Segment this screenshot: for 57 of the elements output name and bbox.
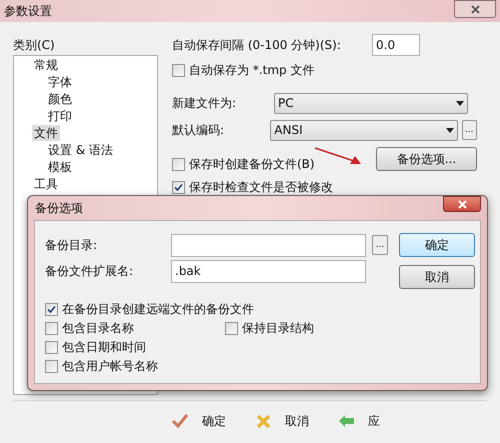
checkbox[interactable] [45, 340, 58, 354]
checkbox-label: 包含目录名称 [62, 320, 134, 337]
checkbox[interactable] [172, 158, 185, 170]
checkbox[interactable] [45, 360, 58, 372]
checkbox[interactable] [45, 322, 58, 334]
tree-item[interactable]: 字体 [46, 74, 74, 90]
checkbox-label: 自动保存为 *.tmp 文件 [189, 62, 314, 79]
arrow [314, 147, 362, 165]
footer-button[interactable]: 确定 [170, 410, 228, 432]
footer-button[interactable]: 应 [337, 410, 382, 432]
check-icon [172, 414, 188, 428]
field-label: 默认编码: [172, 122, 226, 139]
checkbox[interactable] [172, 180, 185, 194]
dialog-button[interactable]: 确定 [399, 233, 475, 257]
dialog-title: 备份选项 [35, 200, 83, 217]
tree-item[interactable]: 工具 [32, 176, 60, 192]
window-title: 参数设置 [4, 3, 52, 20]
checkbox[interactable] [45, 302, 58, 316]
field-label: 新建文件为: [172, 95, 238, 112]
caret-icon [446, 128, 454, 132]
close-icon [470, 4, 480, 14]
close-icon [458, 200, 466, 208]
close-icon [256, 414, 271, 428]
checkbox-label: 在备份目录创建远端文件的备份文件 [62, 301, 254, 318]
close-button[interactable] [454, 0, 496, 18]
close-button[interactable] [443, 196, 481, 212]
footer-button[interactable]: 取消 [254, 410, 311, 432]
dialog-button[interactable]: 取消 [399, 265, 475, 289]
tree-item[interactable]: 设置 & 语法 [46, 142, 115, 158]
field-label: 备份目录: [45, 237, 98, 254]
backup-dir-field[interactable] [171, 234, 366, 256]
browse-button[interactable]: ... [372, 235, 388, 255]
checkbox-label: 保存时检查文件是否被修改 [189, 179, 333, 196]
tree-item[interactable]: 文件 [32, 124, 60, 140]
caret-icon [456, 100, 464, 106]
category-label: 类别(C) [13, 37, 56, 54]
checkbox-label: 包含用户帐号名称 [62, 358, 158, 375]
checkbox-label: 保存时创建备份文件(B) [189, 156, 315, 173]
tree-item[interactable]: 颜色 [46, 90, 74, 106]
left-arrow-icon [339, 415, 354, 427]
field-label: 自动保存间隔 (0-100 分钟)(S): [172, 37, 342, 54]
backup-options-button[interactable]: 备份选项... [376, 147, 477, 171]
extension-field[interactable]: .bak [171, 260, 366, 282]
tree-item[interactable]: 打印 [46, 108, 74, 124]
checkbox-label: 保持目录结构 [242, 320, 314, 337]
check-icon [174, 182, 183, 192]
tree-item[interactable]: 常规 [32, 56, 60, 72]
browse-button[interactable]: ... [462, 120, 477, 140]
interval-field[interactable]: 0.0 [372, 34, 420, 56]
field-label: 备份文件扩展名: [45, 263, 134, 280]
tree-item[interactable]: 模板 [46, 158, 74, 174]
checkbox[interactable] [172, 64, 185, 76]
check-icon [47, 304, 56, 314]
dropdown[interactable]: ANSI [270, 120, 458, 140]
checkbox[interactable] [225, 322, 238, 334]
dropdown[interactable]: PC [274, 92, 468, 114]
checkbox-label: 包含日期和时间 [62, 339, 146, 356]
